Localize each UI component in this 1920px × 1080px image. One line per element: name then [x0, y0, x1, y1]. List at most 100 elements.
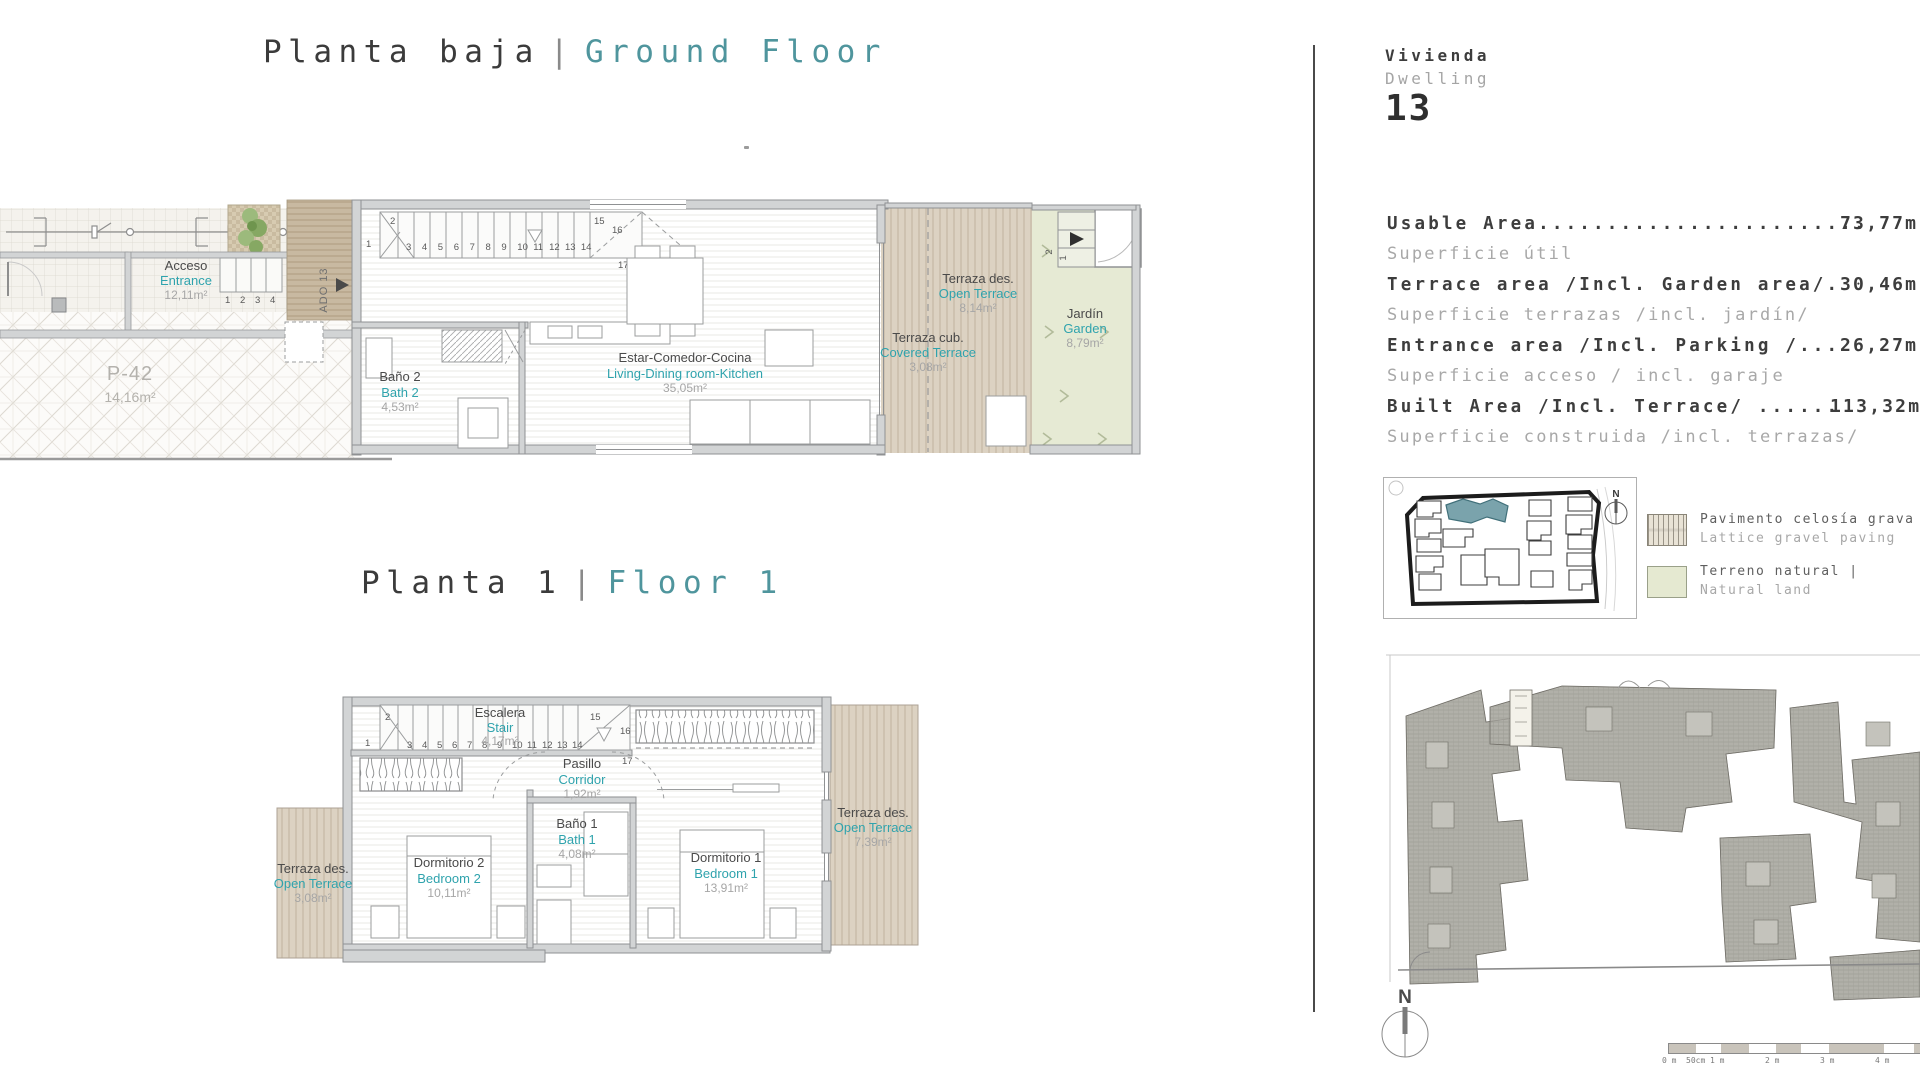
room-name-en: Open Terrace — [274, 876, 353, 891]
floor1-title-es: Planta 1 — [361, 565, 562, 601]
site-buildings — [1406, 686, 1920, 1000]
stair-number: 17 — [622, 756, 633, 767]
ground-floor-plan-drawing: 1234 Acceso Entrance 12,11m² ADO 13 P-42… — [0, 190, 1160, 470]
area-label-es: Superficie construida /incl. terrazas/ — [1387, 427, 1860, 447]
room-area: 4,08m² — [558, 847, 595, 861]
stair-number: 1 — [366, 239, 371, 250]
scale-label: 1 m — [1710, 1056, 1724, 1065]
stair-number: 14 — [572, 740, 583, 751]
scale-label: 0 m — [1662, 1056, 1676, 1065]
utility-box — [285, 322, 323, 362]
stair-number: 15 — [590, 712, 601, 723]
floorplan-sheet: Planta baja|Ground Floor Planta 1|Floor … — [0, 0, 1920, 1080]
room-label-parking: P-42 14,16m² — [104, 363, 156, 405]
drawing-reference-mark — [744, 146, 749, 149]
floor1-title-en: Floor 1 — [607, 565, 783, 601]
room-name-es: Terraza des. — [837, 805, 909, 820]
room-name-en: Garden — [1063, 321, 1106, 336]
room-name-en: Covered Terrace — [880, 345, 976, 360]
stair-number: 13 — [557, 740, 568, 751]
room-area: 4,53m² — [381, 400, 418, 414]
scale-label: 50cm — [1686, 1056, 1705, 1065]
room-area: 35,05m² — [663, 381, 707, 395]
room-name-en: Entrance — [160, 273, 212, 288]
stair-number: 11 — [527, 740, 537, 751]
stair-number: 2 — [240, 295, 245, 306]
site-plan-drawing — [1386, 652, 1920, 1014]
room-area: 8,79m² — [1066, 336, 1103, 350]
legend-label-es: Pavimento celosía grava — [1700, 512, 1915, 527]
wardrobe-bedroom1 — [636, 710, 814, 743]
room-name-en: Living-Dining room-Kitchen — [607, 366, 763, 381]
room-name-es: Terraza cub. — [892, 330, 964, 345]
room-name-en: Bath 2 — [381, 385, 419, 400]
stair-number: 5 — [437, 740, 442, 751]
room-name-en: Open Terrace — [939, 286, 1018, 301]
stair-number: 3 — [406, 242, 411, 253]
room-area: 8,14m² — [959, 301, 996, 315]
area-label-en: Entrance area /Incl. Parking /... — [1387, 336, 1840, 356]
title-separator: | — [540, 34, 585, 70]
stair-number: 6 — [454, 242, 459, 253]
room-label-bath1: Baño 1 Bath 1 4,08m² — [556, 816, 597, 861]
area-label-es: Superficie terrazas /incl. jardín/ — [1387, 305, 1810, 325]
room-area: 4,17m² — [481, 734, 518, 748]
legend-label-en: Natural land — [1700, 583, 1859, 598]
room-name-es: Terraza des. — [942, 271, 1014, 286]
dwelling-number: 13 — [1385, 88, 1432, 129]
room-name-es: Baño 1 — [556, 816, 597, 831]
room-name-en: Bath 1 — [558, 832, 596, 847]
highlighted-building — [1446, 499, 1508, 523]
room-name-en: Bedroom 2 — [417, 871, 481, 886]
ground-floor-title-en: Ground Floor — [585, 34, 887, 70]
room-area: 3,08m² — [294, 891, 331, 905]
wardrobe-bedroom2 — [360, 758, 462, 791]
parking-area: 14,16m² — [104, 389, 156, 405]
stair-number: 10 — [517, 242, 528, 253]
legend-label-es: Terreno natural | — [1700, 564, 1859, 579]
north-compass-icon: N — [1378, 985, 1438, 1065]
room-area: 12,11m² — [164, 288, 207, 302]
floor1-plan-drawing: 34567891011121314 2 1 15 16 17 Escalera … — [260, 680, 960, 980]
room-name-en: Bedroom 1 — [694, 866, 758, 881]
stair-number: 15 — [594, 216, 605, 227]
area-label-es: Superficie útil — [1387, 244, 1574, 264]
stair-number: 11 — [533, 242, 543, 253]
highlighted-unit — [1510, 690, 1532, 746]
lattice-gravel-swatch — [1647, 514, 1687, 546]
ado13-label: ADO 13 — [318, 267, 330, 312]
room-area: 3,08m² — [909, 360, 946, 374]
room-label-acceso: Acceso Entrance 12,11m² — [160, 258, 212, 302]
scale-label: 2 m — [1765, 1056, 1779, 1065]
room-area: 10,11m² — [427, 886, 470, 900]
entry-steps — [220, 258, 282, 292]
floor1-title: Planta 1|Floor 1 — [361, 565, 784, 601]
area-label-es: Superficie acceso / incl. garaje — [1387, 366, 1785, 386]
room-name-en: Corridor — [559, 772, 607, 787]
room-name-en: Stair — [487, 720, 514, 735]
stair-number: 4 — [270, 295, 275, 306]
room-label-bath2: Baño 2 Bath 2 4,53m² — [379, 369, 420, 414]
stair-number: 14 — [581, 242, 592, 253]
stair-number: 4 — [422, 740, 427, 751]
stair-number: 2 — [385, 712, 390, 723]
area-value: 30,46m² — [1840, 274, 1920, 295]
area-label-en: Built Area /Incl. Terrace/ ...... — [1387, 397, 1840, 417]
room-area: 7,39m² — [854, 835, 891, 849]
stair-number: 16 — [620, 726, 631, 737]
room-name-en: Open Terrace — [834, 820, 913, 835]
parking-name: P-42 — [107, 363, 153, 385]
room-name-es: Dormitorio 2 — [414, 855, 485, 870]
stair-number: 4 — [422, 242, 427, 253]
stair-number: 5 — [438, 242, 443, 253]
north-label: N — [1612, 489, 1619, 500]
room-name-es: Acceso — [165, 258, 208, 273]
area-value: 26,27m² — [1840, 335, 1920, 356]
room-area: 13,91m² — [704, 881, 748, 895]
room-name-es: Terraza des. — [277, 861, 349, 876]
room-label-corridor: Pasillo Corridor 1,92m² — [559, 756, 607, 801]
stair-number: 8 — [486, 242, 491, 253]
area-value: 73,77m² — [1840, 213, 1920, 234]
dining-table — [627, 246, 703, 336]
room-name-es: Estar-Comedor-Cocina — [619, 350, 753, 365]
